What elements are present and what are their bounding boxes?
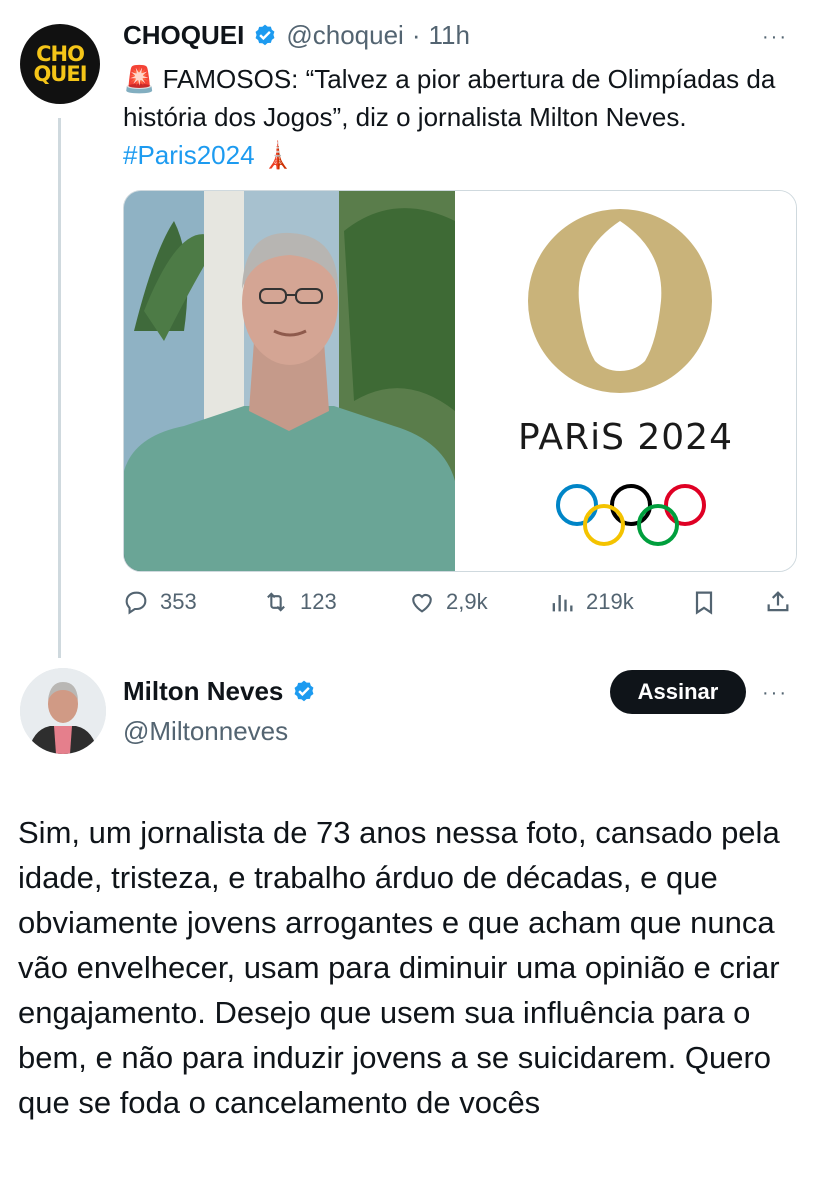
share-button[interactable]: [764, 588, 792, 616]
display-name[interactable]: CHOQUEI: [123, 20, 244, 51]
views-button[interactable]: 219k: [548, 588, 634, 616]
bookmark-icon: [695, 591, 713, 615]
share-icon: [767, 591, 789, 612]
reply-button[interactable]: 353: [122, 588, 197, 616]
choquei-avatar[interactable]: CHO QUEI: [20, 24, 100, 104]
siren-emoji: 🚨: [123, 64, 156, 94]
tweet1-header: CHOQUEI @choquei · 11h: [123, 20, 470, 51]
verified-badge-icon: [294, 680, 314, 701]
bookmark-button[interactable]: [690, 588, 718, 616]
milton-avatar[interactable]: [20, 668, 106, 754]
olympic-rings-icon: [556, 484, 706, 546]
views-icon: [552, 595, 573, 612]
like-count: 2,9k: [446, 589, 488, 614]
repost-count: 123: [300, 589, 337, 614]
repost-icon: [267, 592, 285, 612]
separator: ·: [411, 20, 421, 50]
subscribe-button[interactable]: Assinar: [610, 670, 746, 714]
hashtag-link[interactable]: #Paris2024: [123, 140, 255, 170]
milton-photo[interactable]: [124, 191, 455, 571]
eiffel-emoji: 🗼: [261, 140, 295, 170]
thread-connector-line: [58, 118, 61, 658]
views-count: 219k: [586, 589, 634, 614]
reply-count: 353: [160, 589, 197, 614]
paris-2024-logo-text: PARiS 2024: [518, 417, 733, 458]
avatar-illustration: [20, 668, 106, 754]
tweet1-media[interactable]: PARiS 2024: [123, 190, 797, 572]
handle[interactable]: @choquei: [286, 20, 403, 51]
reply-icon: [125, 591, 147, 615]
more-icon[interactable]: ···: [762, 682, 788, 705]
like-icon: [412, 593, 432, 613]
photo-illustration: [124, 191, 455, 571]
tweet1-text: 🚨 FAMOSOS: “Talvez a pior abertura de Ol…: [123, 60, 803, 174]
more-icon[interactable]: ···: [762, 26, 788, 49]
like-button[interactable]: 2,9k: [408, 588, 488, 616]
timestamp[interactable]: 11h: [429, 20, 470, 51]
tweet1-body: FAMOSOS: “Talvez a pior abertura de Olim…: [123, 64, 776, 132]
display-name-milton[interactable]: Milton Neves: [123, 676, 283, 707]
avatar-text-line1: CHO: [36, 42, 85, 66]
handle-milton[interactable]: @Miltonneves: [123, 716, 288, 747]
tweet2-header: Milton Neves: [123, 676, 317, 707]
paris-2024-logo-panel[interactable]: PARiS 2024: [455, 191, 796, 571]
verified-badge-icon: [255, 24, 275, 45]
repost-button[interactable]: 123: [262, 588, 337, 616]
avatar-text-line2: QUEI: [33, 62, 87, 86]
tweet2-body: Sim, um jornalista de 73 anos nessa foto…: [18, 815, 780, 1120]
